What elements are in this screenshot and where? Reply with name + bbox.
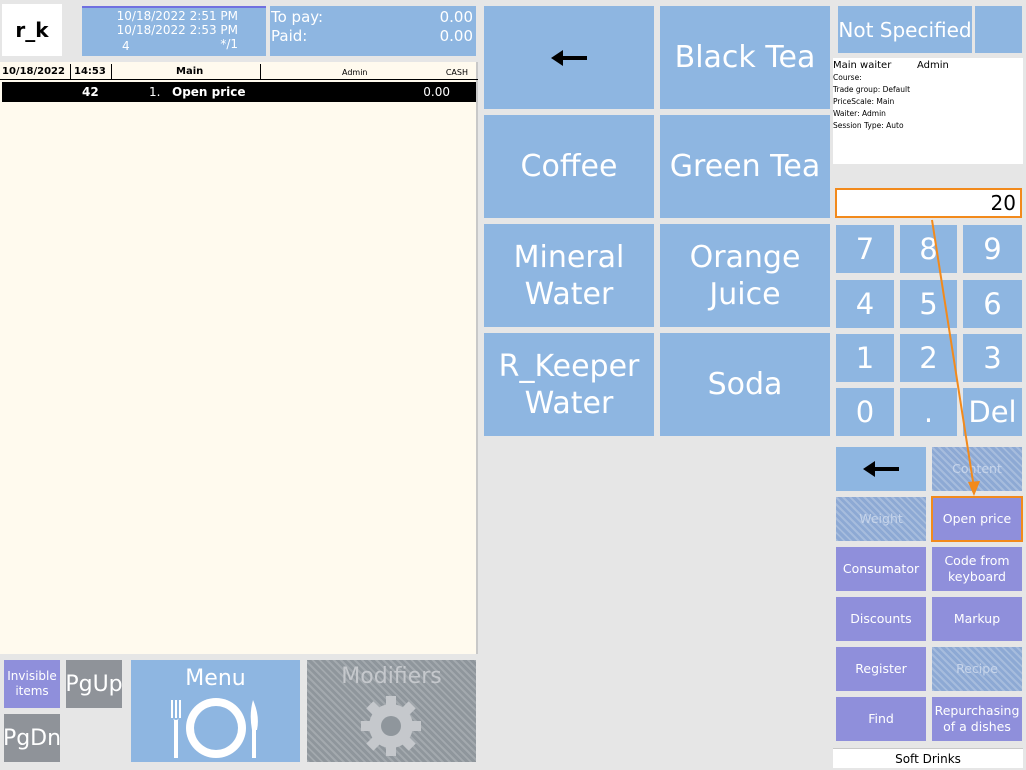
consumator-button[interactable]: Consumator	[836, 547, 926, 591]
order-row-price: 0.00	[423, 85, 450, 99]
check-info-panel: 10/18/2022 2:51 PM 10/18/2022 2:53 PM 4 …	[82, 6, 266, 56]
order-currency: CASH	[445, 68, 468, 77]
waiter-info: Waiter: Admin	[833, 109, 886, 118]
pgdn-button[interactable]: PgDn	[3, 714, 61, 762]
order-row-name: Open price	[172, 85, 246, 99]
recipe-button[interactable]: Recipe	[932, 647, 1022, 691]
numpad-key-0[interactable]: 0	[836, 388, 894, 436]
price-scale: PriceScale: Main	[833, 97, 895, 106]
menu-button[interactable]: Menu	[131, 660, 300, 762]
numpad-key-6[interactable]: 6	[963, 280, 1022, 328]
code-from-keyboard-button[interactable]: Code from keyboard	[932, 547, 1022, 591]
course-label: Course:	[833, 73, 862, 82]
printed-time: 10/18/2022 2:53 PM	[116, 23, 238, 37]
category-label: Soft Drinks	[833, 748, 1023, 768]
arrow-left-icon	[551, 49, 587, 66]
item-soda[interactable]: Soda	[660, 333, 830, 436]
order-menu: Main	[176, 66, 204, 77]
order-header: 10/18/2022 14:53 Main Admin CASH	[0, 64, 478, 80]
plate-icon	[171, 698, 258, 758]
order-panel: 10/18/2022 14:53 Main Admin CASH 42 1. O…	[0, 62, 478, 654]
register-button[interactable]: Register	[836, 647, 926, 691]
paid-value: 0.00	[439, 27, 473, 45]
numpad-key-dot[interactable]: .	[900, 388, 957, 436]
weight-button[interactable]: Weight	[836, 497, 926, 541]
main-waiter-label: Main waiter	[833, 60, 892, 71]
numpad-key-7[interactable]: 7	[836, 225, 894, 273]
session-type: Session Type: Auto	[833, 121, 904, 130]
numpad-key-8[interactable]: 8	[900, 225, 957, 273]
order-row-code: 42	[82, 85, 99, 99]
totals-panel: To pay: 0.00 Paid: 0.00	[270, 6, 476, 56]
menu-label: Menu	[185, 666, 246, 691]
numpad-key-2[interactable]: 2	[900, 334, 957, 382]
order-time: 14:53	[74, 66, 106, 77]
item-coffee[interactable]: Coffee	[484, 115, 654, 218]
order-row[interactable]: 42 1. Open price 0.00	[2, 82, 476, 102]
order-row-number: 1.	[149, 85, 161, 99]
menu-back-button[interactable]	[484, 6, 654, 109]
opened-time: 10/18/2022 2:51 PM	[116, 9, 238, 23]
order-date: 10/18/2022	[2, 66, 65, 77]
numpad-key-del[interactable]: Del	[963, 388, 1022, 436]
to-pay-label: To pay:	[271, 8, 324, 26]
functions-back-button[interactable]	[836, 447, 926, 491]
item-orange-juice[interactable]: Orange Juice	[660, 224, 830, 327]
guest-count: */1	[220, 37, 238, 51]
find-button[interactable]: Find	[836, 697, 926, 741]
modifiers-button[interactable]: Modifiers	[307, 660, 476, 762]
to-pay-value: 0.00	[439, 8, 473, 26]
info-extra-button[interactable]	[975, 6, 1022, 53]
item-black-tea[interactable]: Black Tea	[660, 6, 830, 109]
gear-icon	[361, 696, 421, 756]
not-specified-button[interactable]: Not Specified	[838, 6, 972, 53]
item-rkeeper-water[interactable]: R_Keeper Water	[484, 333, 654, 436]
paid-label: Paid:	[271, 27, 308, 45]
main-waiter-value: Admin	[917, 60, 949, 71]
markup-button[interactable]: Markup	[932, 597, 1022, 641]
open-price-button[interactable]: Open price	[931, 496, 1023, 542]
item-green-tea[interactable]: Green Tea	[660, 115, 830, 218]
numpad-display[interactable]: 20	[835, 188, 1022, 218]
numpad-key-1[interactable]: 1	[836, 334, 894, 382]
order-waiter: Admin	[342, 68, 368, 77]
discounts-button[interactable]: Discounts	[836, 597, 926, 641]
modifiers-label: Modifiers	[341, 664, 442, 689]
repurchasing-button[interactable]: Repurchasing of a dishes	[932, 697, 1022, 741]
session-info: Main waiter Admin Course: Trade group: D…	[833, 58, 1023, 164]
content-button[interactable]: Content	[932, 447, 1022, 491]
invisible-items-button[interactable]: Invisible items	[4, 660, 60, 708]
numpad-key-4[interactable]: 4	[836, 280, 894, 328]
logo: r_k	[2, 4, 62, 56]
item-mineral-water[interactable]: Mineral Water	[484, 224, 654, 327]
numpad-key-5[interactable]: 5	[900, 280, 957, 328]
table-number: 4	[122, 39, 130, 53]
trade-group: Trade group: Default	[833, 85, 911, 94]
numpad-key-3[interactable]: 3	[963, 334, 1022, 382]
numpad-key-9[interactable]: 9	[963, 225, 1022, 273]
pgup-button[interactable]: PgUp	[65, 660, 123, 708]
arrow-left-icon	[863, 461, 899, 477]
